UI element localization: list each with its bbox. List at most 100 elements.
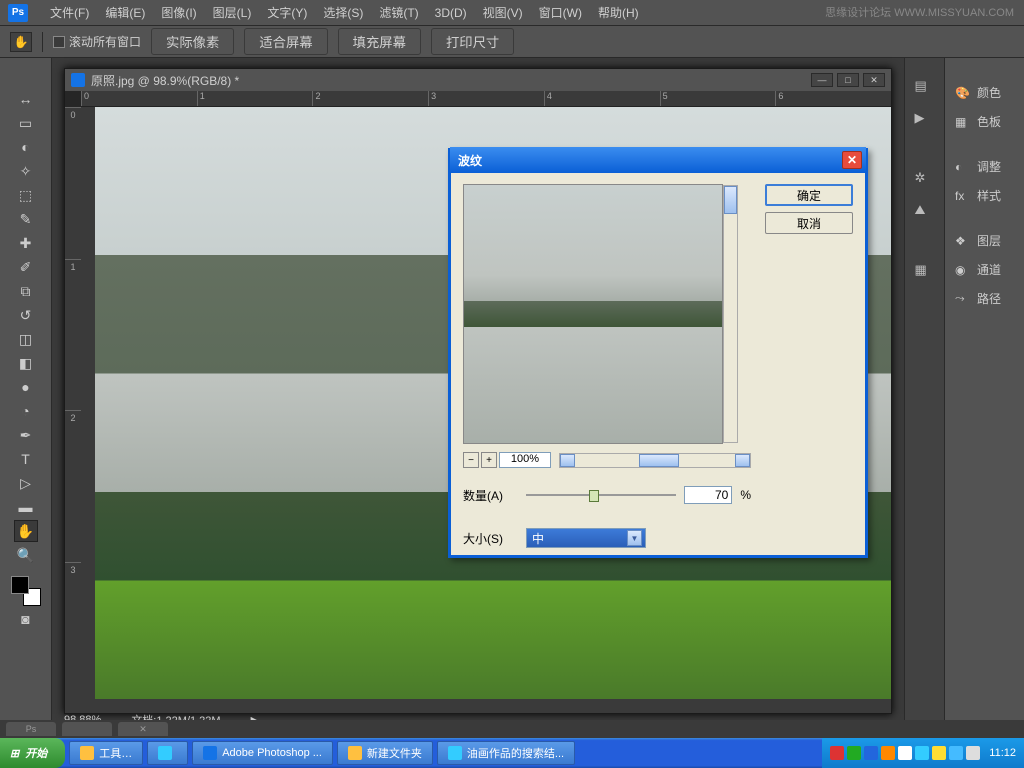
type-tool[interactable]: T (14, 448, 38, 470)
ruler-horizontal: 0123456 (81, 91, 891, 107)
start-button[interactable]: ⊞开始 (0, 738, 65, 768)
gradient-tool[interactable]: ◧ (14, 352, 38, 374)
zoom-out-button[interactable]: − (463, 452, 479, 468)
eyedropper-tool[interactable]: ✎ (14, 208, 38, 230)
cancel-button[interactable]: 取消 (765, 212, 853, 234)
workspace-tab-1[interactable]: Ps (6, 722, 56, 736)
tray-icon-4[interactable] (881, 746, 895, 760)
panel-channel[interactable]: ◉通道 (945, 255, 1024, 284)
workspace-tab-3[interactable]: ✕ (118, 722, 168, 736)
task-item-5[interactable]: 油画作品的搜索结... (437, 741, 575, 765)
menu-type[interactable]: 文字(Y) (259, 1, 315, 24)
close-button[interactable]: ✕ (863, 73, 885, 87)
amount-slider[interactable] (526, 488, 676, 502)
dialog-titlebar[interactable]: 波纹 ✕ (450, 147, 866, 173)
preview-scrollbar-v[interactable] (723, 185, 738, 443)
panel-layer[interactable]: ❖图层 (945, 226, 1024, 255)
history-panel-icon[interactable]: ▤ (915, 78, 935, 96)
minimize-button[interactable]: — (811, 73, 833, 87)
hand-tool[interactable]: ✋ (14, 520, 38, 542)
lasso-tool[interactable]: ◐ (14, 136, 38, 158)
scroll-right-icon[interactable] (735, 454, 750, 467)
pen-tool[interactable]: ✒ (14, 424, 38, 446)
tray-icon-1[interactable] (830, 746, 844, 760)
nav-panel-icon[interactable]: ✲ (915, 170, 935, 188)
stamp-tool[interactable]: ⧉ (14, 280, 38, 302)
heal-tool[interactable]: ✚ (14, 232, 38, 254)
history-brush-tool[interactable]: ↺ (14, 304, 38, 326)
info-panel-icon[interactable]: ▦ (915, 262, 935, 280)
right-panels: 🎨颜色 ▦色板 ◐调整 fx样式 ❖图层 ◉通道 ⤳路径 (944, 58, 1024, 734)
chevron-down-icon[interactable]: ▼ (627, 530, 642, 546)
panel-color[interactable]: 🎨颜色 (945, 78, 1024, 107)
tray-icon-7[interactable] (932, 746, 946, 760)
menu-filter[interactable]: 滤镜(T) (371, 1, 426, 24)
quickmask-tool[interactable]: ◙ (14, 608, 38, 630)
tray-icon-5[interactable] (898, 746, 912, 760)
brush-tool[interactable]: ✐ (14, 256, 38, 278)
preview-scrollbar-h[interactable] (559, 453, 751, 468)
amount-input[interactable] (684, 486, 732, 504)
scroll-all-checkbox[interactable]: 滚动所有窗口 (53, 33, 141, 50)
filter-preview[interactable] (463, 184, 723, 444)
scroll-left-icon[interactable] (560, 454, 575, 467)
color-swatches[interactable] (11, 576, 41, 606)
document-titlebar[interactable]: 原照.jpg @ 98.9%(RGB/8) * — □ ✕ (65, 69, 891, 91)
menu-window[interactable]: 窗口(W) (531, 1, 590, 24)
tray-icon-6[interactable] (915, 746, 929, 760)
preview-zoom-value[interactable]: 100% (499, 452, 551, 468)
actual-pixels-button[interactable]: 实际像素 (151, 28, 234, 55)
panel-style[interactable]: fx样式 (945, 181, 1024, 210)
ok-button[interactable]: 确定 (765, 184, 853, 206)
tray-icon-9[interactable] (966, 746, 980, 760)
move-tool[interactable]: ↔ (14, 88, 38, 110)
tray-icon-3[interactable] (864, 746, 878, 760)
fill-screen-button[interactable]: 填充屏幕 (338, 28, 421, 55)
marquee-tool[interactable]: ▭ (14, 112, 38, 134)
path-select-tool[interactable]: ▷ (14, 472, 38, 494)
shape-tool[interactable]: ▬ (14, 496, 38, 518)
task-item-2[interactable] (147, 741, 188, 765)
menu-image[interactable]: 图像(I) (153, 1, 204, 24)
print-size-button[interactable]: 打印尺寸 (431, 28, 514, 55)
histogram-panel-icon[interactable]: ⛰ (915, 202, 935, 220)
fg-color-swatch[interactable] (11, 576, 29, 594)
menu-layer[interactable]: 图层(L) (205, 1, 260, 24)
windows-logo-icon: ⊞ (10, 747, 19, 760)
task-item-1[interactable]: 工具… (69, 741, 143, 765)
panel-path[interactable]: ⤳路径 (945, 284, 1024, 313)
menu-select[interactable]: 选择(S) (315, 1, 371, 24)
menu-view[interactable]: 视图(V) (475, 1, 531, 24)
ruler-vertical: 0123 (65, 107, 81, 713)
menu-edit[interactable]: 编辑(E) (97, 1, 153, 24)
maximize-button[interactable]: □ (837, 73, 859, 87)
hand-tool-icon[interactable]: ✋ (10, 32, 32, 52)
fit-screen-button[interactable]: 适合屏幕 (244, 28, 327, 55)
menu-file[interactable]: 文件(F) (42, 1, 97, 24)
size-combo[interactable]: 中 ▼ (526, 528, 646, 548)
system-tray[interactable]: 11:12 (822, 738, 1024, 768)
wand-tool[interactable]: ✧ (14, 160, 38, 182)
task-item-4[interactable]: 新建文件夹 (337, 741, 433, 765)
menu-help[interactable]: 帮助(H) (590, 1, 647, 24)
tray-icon-2[interactable] (847, 746, 861, 760)
eraser-tool[interactable]: ◫ (14, 328, 38, 350)
folder-icon (348, 746, 362, 760)
zoom-tool[interactable]: 🔍 (14, 544, 38, 566)
dialog-close-button[interactable]: ✕ (842, 151, 862, 169)
actions-panel-icon[interactable]: ▶ (915, 110, 935, 128)
task-item-3[interactable]: Adobe Photoshop ... (192, 741, 333, 765)
amount-unit: % (740, 488, 751, 502)
taskbar: ⊞开始 工具… Adobe Photoshop ... 新建文件夹 油画作品的搜… (0, 738, 1024, 768)
tray-icon-8[interactable] (949, 746, 963, 760)
blur-tool[interactable]: ● (14, 376, 38, 398)
clock[interactable]: 11:12 (989, 747, 1016, 759)
zoom-in-button[interactable]: + (481, 452, 497, 468)
panel-adjust[interactable]: ◐调整 (945, 152, 1024, 181)
grid-icon: ▦ (955, 115, 971, 129)
panel-swatch[interactable]: ▦色板 (945, 107, 1024, 136)
workspace-tab-2[interactable] (62, 722, 112, 736)
crop-tool[interactable]: ⬚ (14, 184, 38, 206)
dodge-tool[interactable]: ◔ (14, 400, 38, 422)
menu-3d[interactable]: 3D(D) (427, 3, 475, 23)
